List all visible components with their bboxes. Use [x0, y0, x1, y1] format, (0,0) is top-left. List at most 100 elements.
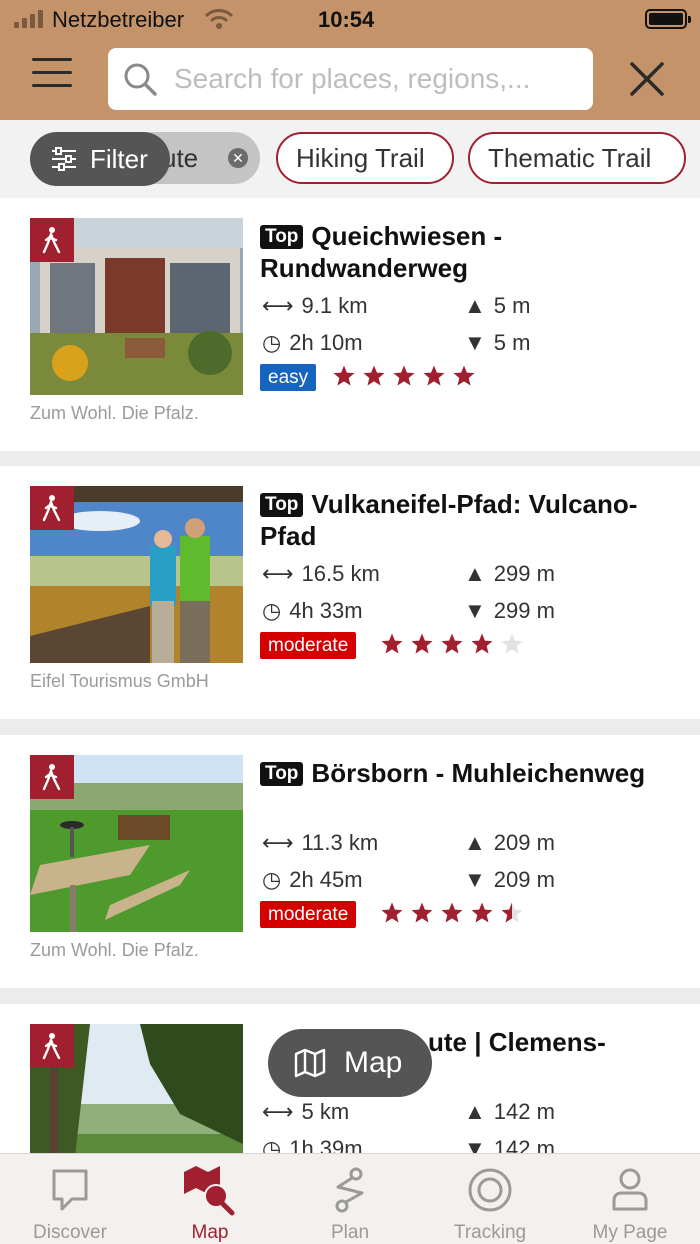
- descent-icon: ▼: [464, 330, 486, 355]
- list-item[interactable]: Zum Wohl. Die Pfalz. Top Queichwiesen - R…: [0, 198, 700, 451]
- tab-tracking[interactable]: Tracking: [420, 1164, 560, 1244]
- ascent-icon: ▲: [464, 1099, 486, 1124]
- descent: ▼ 142 m: [464, 1136, 555, 1153]
- close-icon[interactable]: [628, 60, 666, 98]
- tour-photo: [30, 755, 243, 932]
- tab-map[interactable]: Map: [140, 1164, 280, 1244]
- clock-icon: ◷: [262, 330, 282, 355]
- star-icon: [393, 365, 415, 386]
- duration: ◷ 2h 45m: [262, 867, 363, 892]
- person-icon: [612, 1168, 648, 1211]
- star-icon: [441, 633, 463, 654]
- rating-stars: [380, 632, 524, 656]
- rating-stars: [380, 901, 524, 925]
- clock: 10:54: [318, 7, 375, 32]
- star-icon: [411, 633, 433, 654]
- filter-button[interactable]: Filter: [30, 132, 170, 186]
- ascent-icon: ▲: [464, 830, 486, 855]
- search-input[interactable]: [174, 63, 574, 95]
- star-icon: [411, 902, 433, 923]
- star-icon: [501, 902, 523, 923]
- hiking-icon: [30, 755, 74, 799]
- distance-icon: ⟷: [262, 293, 294, 318]
- star-icon: [471, 633, 493, 654]
- battery-icon: [645, 9, 691, 29]
- top-badge: Top: [260, 225, 304, 249]
- target-icon: [468, 1168, 512, 1212]
- photo-credit: Zum Wohl. Die Pfalz.: [30, 940, 199, 960]
- top-badge: Top: [260, 493, 304, 517]
- distance: ⟷ 9.1 km: [262, 293, 368, 318]
- duration: ◷ 1h 39m: [262, 1136, 363, 1153]
- duration: ◷ 2h 10m: [262, 330, 363, 355]
- hiking-icon: [30, 218, 74, 262]
- distance: ⟷ 5 km: [262, 1099, 350, 1124]
- search-icon: [124, 63, 157, 96]
- top-badge: Top: [260, 762, 304, 786]
- tour-photo: [30, 218, 243, 395]
- chip-hiking-trail[interactable]: Hiking Trail: [276, 132, 454, 184]
- distance: ⟷ 11.3 km: [262, 830, 379, 855]
- ascent: ▲ 5 m: [464, 293, 531, 318]
- tour-title: Top Queichwiesen - Rundwanderweg: [260, 221, 503, 283]
- map-icon: [294, 1048, 326, 1078]
- rating-stars: [332, 364, 476, 388]
- route-plan-icon: [335, 1167, 364, 1213]
- clock-icon: ◷: [262, 867, 282, 892]
- tour-photo: [30, 1024, 243, 1153]
- star-icon: [423, 365, 445, 386]
- map-search-icon: [184, 1166, 235, 1216]
- map-button-label: Map: [344, 1046, 403, 1079]
- wifi-icon: [204, 9, 234, 29]
- chat-bubble-icon: [52, 1169, 88, 1211]
- tour-title: Top Vulkaneifel-Pfad: Vulcano-Pfad: [260, 489, 638, 551]
- clock-icon: ◷: [262, 598, 282, 623]
- results-list[interactable]: Zum Wohl. Die Pfalz. Top Queichwiesen - R…: [0, 198, 700, 1153]
- difficulty-badge: easy: [260, 364, 317, 391]
- star-icon: [471, 902, 493, 923]
- search-box[interactable]: [108, 48, 593, 110]
- list-item[interactable]: Eifel Tourismus GmbH Top Vulkaneifel-Pfad…: [0, 466, 700, 719]
- list-item[interactable]: Zum Wohl. Die Pfalz. Top Börsborn - Muhle…: [0, 735, 700, 988]
- ascent-icon: ▲: [464, 561, 486, 586]
- chip-thematic-trail[interactable]: Thematic Trail: [468, 132, 686, 184]
- star-icon: [441, 902, 463, 923]
- tab-discover[interactable]: Discover: [0, 1164, 140, 1244]
- photo-credit: Zum Wohl. Die Pfalz.: [30, 403, 199, 423]
- tour-title: ute | Clemens-: [428, 1027, 606, 1057]
- filter-label: Filter: [90, 143, 148, 174]
- descent-icon: ▼: [464, 598, 486, 623]
- ascent: ▲ 299 m: [464, 561, 555, 586]
- tab-plan[interactable]: Plan: [280, 1164, 420, 1244]
- distance-icon: ⟷: [262, 561, 294, 586]
- descent: ▼ 299 m: [464, 598, 555, 623]
- top-bar: Netzbetreiber 10:54: [0, 0, 700, 120]
- menu-button[interactable]: [32, 58, 72, 94]
- star-icon: [453, 365, 475, 386]
- difficulty-badge: moderate: [260, 901, 357, 928]
- hiking-icon: [30, 486, 74, 530]
- status-bar: Netzbetreiber 10:54: [0, 0, 700, 40]
- clock-icon: ◷: [262, 1136, 282, 1153]
- tab-my-page[interactable]: My Page: [560, 1164, 700, 1244]
- star-icon: [333, 365, 355, 386]
- carrier-name: Netzbetreiber: [52, 7, 185, 32]
- duration: ◷ 4h 33m: [262, 598, 363, 623]
- star-icon: [381, 902, 403, 923]
- distance-icon: ⟷: [262, 830, 294, 855]
- distance: ⟷ 16.5 km: [262, 561, 380, 586]
- descent: ▼ 5 m: [464, 330, 531, 355]
- descent: ▼ 209 m: [464, 867, 555, 892]
- distance-icon: ⟷: [262, 1099, 294, 1124]
- hiking-icon: [30, 1024, 74, 1068]
- remove-chip-icon[interactable]: ✕: [228, 148, 248, 168]
- star-icon: [501, 633, 523, 654]
- descent-icon: ▼: [464, 1136, 486, 1153]
- descent-icon: ▼: [464, 867, 486, 892]
- photo-credit: Eifel Tourismus GmbH: [30, 671, 209, 691]
- ascent: ▲ 142 m: [464, 1099, 555, 1124]
- tour-title: Top Börsborn - Muhleichenweg: [260, 757, 680, 789]
- tour-photo: [30, 486, 243, 663]
- ascent-icon: ▲: [464, 293, 486, 318]
- map-button[interactable]: Map: [268, 1029, 432, 1097]
